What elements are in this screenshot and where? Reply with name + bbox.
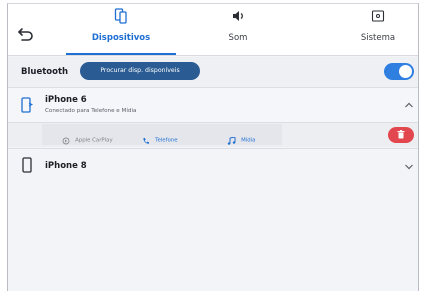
trash-icon — [397, 130, 405, 139]
tab-som[interactable]: Som — [188, 8, 288, 54]
device-name: iPhone 6 — [45, 95, 87, 105]
bluetooth-label: Bluetooth — [21, 67, 69, 77]
toggle-knob — [399, 65, 412, 78]
top-bar: Dispositivos Som Sistema — [8, 4, 418, 56]
chevron-down-icon[interactable] — [404, 163, 414, 171]
tab-label: Sistema — [360, 33, 396, 43]
device-status: Conectado para Telefone e Mídia — [45, 108, 137, 114]
device-row-iphone-6[interactable]: iPhone 6 Conectado para Telefone e Mídia — [8, 88, 418, 122]
system-screen-icon — [371, 10, 385, 22]
phone-handset-icon — [143, 137, 149, 144]
tab-dispositivos[interactable]: Dispositivos — [66, 8, 176, 54]
profile-label: Telefone — [155, 137, 178, 144]
phone-link-icon — [114, 8, 127, 24]
speaker-icon — [233, 11, 243, 21]
profile-telefone[interactable]: Telefone — [142, 130, 178, 144]
device-row-iphone-8[interactable]: iPhone 8 — [8, 149, 418, 183]
tab-sistema[interactable]: Sistema — [328, 8, 418, 54]
tab-label: Dispositivos — [91, 33, 151, 43]
scan-devices-button[interactable]: Procurar disp. disponíveis — [80, 62, 200, 80]
back-arrow-icon — [18, 28, 33, 41]
carplay-icon — [62, 137, 70, 144]
back-button[interactable] — [14, 20, 40, 46]
profile-midia[interactable]: Mídia — [227, 130, 255, 145]
tab-label: Som — [228, 33, 248, 43]
device-profiles-row: Apple CarPlay Telefone Mídia — [8, 123, 418, 147]
profile-apple-carplay[interactable]: Apple CarPlay — [62, 130, 113, 144]
music-note-icon — [227, 135, 236, 145]
phone-icon — [22, 157, 32, 173]
bluetooth-row: Bluetooth Procurar disp. disponíveis — [8, 57, 418, 87]
divider — [8, 55, 418, 56]
phone-connected-icon — [21, 97, 33, 113]
bluetooth-settings-screen: Dispositivos Som Sistema Bluetooth Procu… — [7, 3, 419, 291]
profile-label: Apple CarPlay — [75, 137, 113, 144]
device-name: iPhone 8 — [45, 161, 87, 171]
bluetooth-toggle[interactable] — [384, 63, 414, 80]
chevron-up-icon[interactable] — [404, 101, 414, 109]
profile-label: Mídia — [241, 137, 256, 144]
delete-device-button[interactable] — [388, 127, 414, 143]
